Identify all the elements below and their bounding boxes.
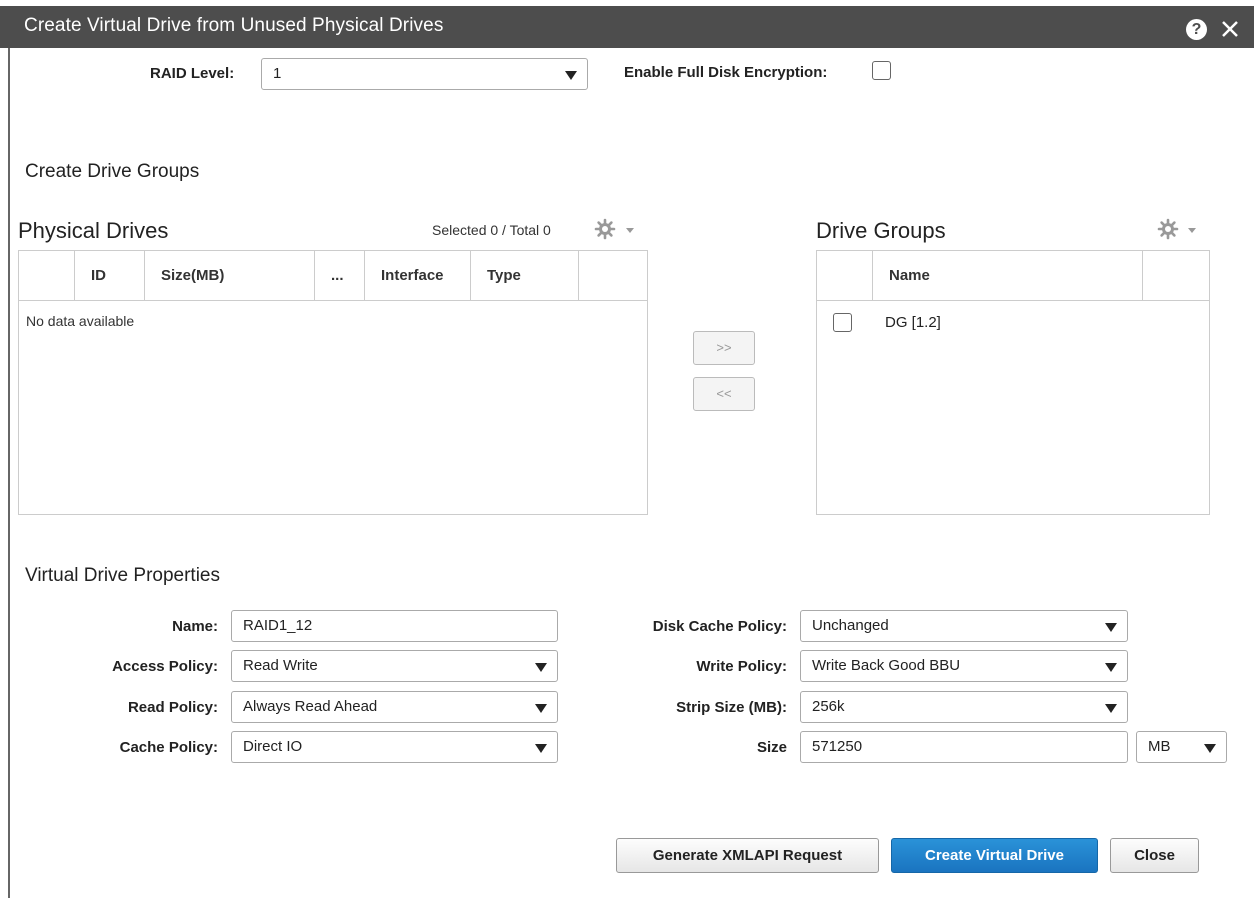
column-header-name[interactable]: Name xyxy=(873,251,1143,300)
access-policy-select[interactable]: Read Write xyxy=(231,650,558,682)
chevron-down-icon xyxy=(1105,663,1117,672)
disk-cache-policy-value: Unchanged xyxy=(812,617,889,634)
size-unit-select[interactable]: MB xyxy=(1136,731,1227,763)
disk-cache-policy-label: Disk Cache Policy: xyxy=(652,618,787,635)
disk-cache-policy-select[interactable]: Unchanged xyxy=(800,610,1128,642)
chevron-down-icon xyxy=(1204,744,1216,753)
drive-group-checkbox[interactable] xyxy=(833,313,852,332)
gear-icon[interactable] xyxy=(594,218,616,240)
add-to-group-button[interactable]: >> xyxy=(693,331,755,365)
physical-drives-count: Selected 0 / Total 0 xyxy=(432,222,551,238)
drive-groups-table: Name DG [1.2] xyxy=(816,250,1210,515)
chevron-down-icon xyxy=(1105,704,1117,713)
name-label: Name: xyxy=(172,618,218,635)
access-policy-value: Read Write xyxy=(243,657,318,674)
dialog-left-border xyxy=(8,48,10,898)
generate-xmlapi-button[interactable]: Generate XMLAPI Request xyxy=(616,838,879,873)
cache-policy-value: Direct IO xyxy=(243,738,303,755)
size-label: Size xyxy=(756,739,787,756)
caret-down-icon[interactable] xyxy=(626,228,634,233)
column-header-id[interactable]: ID xyxy=(75,251,145,300)
question-circle-icon[interactable]: ? xyxy=(1186,19,1207,40)
column-header-more[interactable]: ... xyxy=(315,251,365,300)
encryption-label: Enable Full Disk Encryption: xyxy=(624,64,828,81)
strip-size-select[interactable]: 256k xyxy=(800,691,1128,723)
close-icon[interactable] xyxy=(1216,15,1244,43)
strip-size-label: Strip Size (MB): xyxy=(676,699,787,716)
read-policy-select[interactable]: Always Read Ahead xyxy=(231,691,558,723)
dialog-titlebar: Create Virtual Drive from Unused Physica… xyxy=(0,0,1254,48)
physical-drives-title: Physical Drives xyxy=(18,218,169,243)
empty-table-message: No data available xyxy=(26,313,135,329)
create-virtual-drive-button[interactable]: Create Virtual Drive xyxy=(891,838,1098,873)
chevron-down-icon xyxy=(535,744,547,753)
encryption-checkbox[interactable] xyxy=(872,61,891,80)
column-header-type[interactable]: Type xyxy=(471,251,579,300)
remove-from-group-button[interactable]: << xyxy=(693,377,755,411)
raid-level-select[interactable]: 1 xyxy=(261,58,588,90)
chevron-down-icon xyxy=(565,71,577,80)
select-column-header[interactable] xyxy=(817,251,873,300)
column-header-size[interactable]: Size(MB) xyxy=(145,251,315,300)
dialog-title: Create Virtual Drive from Unused Physica… xyxy=(24,15,444,36)
create-drive-groups-title: Create Drive Groups xyxy=(25,161,200,182)
physical-drives-header: ID Size(MB) ... Interface Type xyxy=(19,251,647,301)
access-policy-label: Access Policy: xyxy=(112,658,218,675)
physical-drives-table: ID Size(MB) ... Interface Type No data a… xyxy=(18,250,648,515)
write-policy-select[interactable]: Write Back Good BBU xyxy=(800,650,1128,682)
size-unit-value: MB xyxy=(1148,738,1171,755)
drive-groups-title: Drive Groups xyxy=(816,218,946,243)
drive-groups-header: Name xyxy=(817,251,1209,301)
drive-group-name[interactable]: DG [1.2] xyxy=(885,314,941,331)
raid-level-label: RAID Level: xyxy=(150,65,235,82)
write-policy-value: Write Back Good BBU xyxy=(812,657,961,674)
vd-properties-title: Virtual Drive Properties xyxy=(25,565,221,586)
caret-down-icon[interactable] xyxy=(1188,228,1196,233)
chevron-down-icon xyxy=(535,663,547,672)
read-policy-value: Always Read Ahead xyxy=(243,698,378,715)
raid-level-value: 1 xyxy=(273,65,282,82)
write-policy-label: Write Policy: xyxy=(696,658,787,675)
strip-size-value: 256k xyxy=(812,698,845,715)
cache-policy-label: Cache Policy: xyxy=(119,739,218,756)
cache-policy-select[interactable]: Direct IO xyxy=(231,731,558,763)
name-field[interactable]: RAID1_12 xyxy=(231,610,558,642)
gear-icon[interactable] xyxy=(1157,218,1179,240)
chevron-down-icon xyxy=(535,704,547,713)
column-header-interface[interactable]: Interface xyxy=(365,251,471,300)
size-field[interactable]: 571250 xyxy=(800,731,1128,763)
close-button[interactable]: Close xyxy=(1110,838,1199,873)
select-column-header[interactable] xyxy=(19,251,75,300)
read-policy-label: Read Policy: xyxy=(127,699,218,716)
chevron-down-icon xyxy=(1105,623,1117,632)
